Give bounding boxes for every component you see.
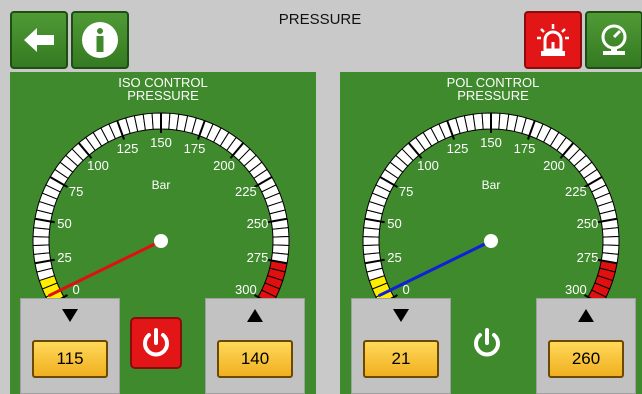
power-icon (474, 328, 500, 357)
arrow-left-icon (24, 28, 54, 52)
pol-high-setpoint-value[interactable]: 260 (548, 340, 624, 378)
gauge-scale-segment (151, 112, 162, 130)
iso-low-setpoint-control[interactable]: 115 (20, 298, 120, 394)
iso-low-setpoint-value[interactable]: 115 (32, 340, 108, 378)
gauge-tick-label: 100 (87, 158, 109, 173)
gauge-tick-label: 25 (57, 250, 71, 265)
iso-pressure-gauge: 0255075100125 150 175200225250275300Bar (32, 112, 290, 298)
gauge-tick-label: 75 (69, 184, 83, 199)
gauge-tick-label: 300 (235, 282, 257, 297)
gauge-tick-label: 50 (57, 216, 71, 231)
iso-pressure-panel: ISO CONTROL PRESSURE 0 25 50 75 100 125 150 175… (10, 72, 316, 394)
gauge-scale-segment (362, 244, 381, 255)
gauge-tick-label: 300 (565, 282, 587, 297)
gauge-tick-label: 225 (565, 184, 587, 199)
pol-power-button[interactable] (461, 317, 513, 369)
increase-arrow-icon[interactable] (247, 309, 263, 322)
gauge-unit-label: Bar (152, 178, 171, 192)
decrease-arrow-icon[interactable] (62, 309, 78, 322)
alarm-button[interactable] (524, 11, 582, 69)
gauge-tick-label: 100 (417, 158, 439, 173)
gauge-tick-label: 150 (150, 135, 172, 150)
pol-pressure-gauge: 0255075100125 150 175200225250275300Bar (362, 112, 620, 298)
info-icon (82, 22, 118, 58)
gauge-scale-segment (472, 112, 484, 131)
gauge-scale-segment (32, 244, 51, 255)
gauge-scale-segment (602, 236, 620, 246)
gauge-scale-segment (362, 236, 380, 246)
back-button[interactable] (10, 11, 68, 69)
gauge-hub (484, 234, 498, 248)
gauge-tick-label: 25 (387, 250, 401, 265)
gauge-tick-label: 275 (577, 250, 599, 265)
gauge-tick-label: 75 (399, 184, 413, 199)
power-icon (143, 328, 169, 357)
decrease-arrow-icon[interactable] (393, 309, 409, 322)
iso-high-setpoint-value[interactable]: 140 (217, 340, 293, 378)
gauge-tick-label: 225 (235, 184, 257, 199)
pol-pressure-panel: POL CONTROL PRESSURE 0 25 50 75 100 125 150 175… (340, 72, 642, 394)
page-title: PRESSURE (278, 11, 362, 28)
gauge-tick-label: 250 (247, 216, 269, 231)
gauge-tick-label: 125 (117, 141, 139, 156)
iso-power-button[interactable] (130, 317, 182, 369)
gauge-scale-segment (142, 112, 154, 131)
iso-high-setpoint-control[interactable]: 140 (205, 298, 305, 394)
gauge-tick-label: 250 (577, 216, 599, 231)
gauge-unit-label: Bar (482, 178, 501, 192)
gauge-tick-label: 200 (543, 158, 565, 173)
gauge-tick-label: 175 (514, 141, 536, 156)
pol-low-setpoint-value[interactable]: 21 (363, 340, 439, 378)
gauge-tick-label: 150 (480, 135, 502, 150)
gauge-tick-label: 50 (387, 216, 401, 231)
gauge-scale-segment (32, 236, 50, 246)
gauge-scale-segment (271, 227, 290, 238)
gauge-tick-label: 200 (213, 158, 235, 173)
gauge-view-button[interactable] (585, 11, 642, 69)
pol-high-setpoint-control[interactable]: 260 (536, 298, 636, 394)
gauge-scale-segment (601, 227, 620, 238)
gauge-tick-label: 275 (247, 250, 269, 265)
pol-low-setpoint-control[interactable]: 21 (351, 298, 451, 394)
gauge-scale-segment (272, 236, 290, 246)
gauge-tick-label: 175 (184, 141, 206, 156)
gauge-scale-segment (481, 112, 492, 130)
siren-icon (537, 24, 569, 56)
gauge-icon (601, 24, 627, 55)
info-button[interactable] (71, 11, 129, 69)
gauge-hub (154, 234, 168, 248)
gauge-tick-label: 125 (447, 141, 469, 156)
increase-arrow-icon[interactable] (578, 309, 594, 322)
